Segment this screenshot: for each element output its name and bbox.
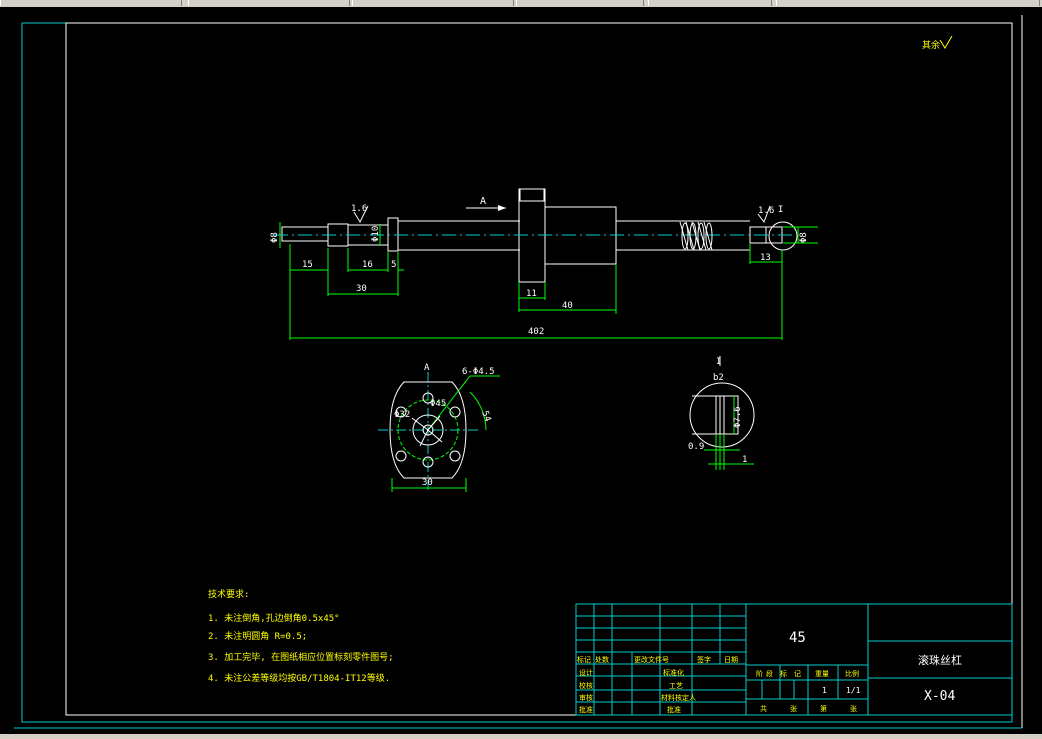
roughness-right: 1.6 [758,206,774,216]
part-name: 滚珠丝杠 [918,653,962,667]
dim-b2: b2 [713,373,724,383]
tb-sheet: 第 [820,704,827,713]
note-4: 4. 未注公差等级均按GB/T1804-IT12等级. [208,672,390,684]
dim-30: 30 [356,284,367,294]
dim-d10: Φ10 [371,226,381,242]
detail-circle [768,221,798,251]
tb-sheet: 张 [790,704,797,713]
detail-marker: I [778,205,783,215]
tb-sheet: 共 [760,704,767,713]
tb-sheet: 张 [850,704,857,713]
outer-border [21,22,1013,723]
tb-left-label: 批准 [579,705,593,714]
tb-header: 日期 [724,656,738,664]
tb-header: 处数 [595,655,609,664]
dim-54: 54 [479,410,492,424]
tech-notes: 技术要求: 1. 未注倒角,孔边倒角0.5x45° 2. 未注明圆角 R=0.5… [208,588,394,684]
dim-d76: Φ7.6 [733,406,743,428]
dim-09: 0.9 [688,442,704,452]
tb-header: 更改文件号 [634,655,669,664]
dim-flange-30: 30 [422,478,433,488]
section-label: A [480,196,486,207]
tb-weight-label: 重量 [815,670,829,678]
tb-mid-label: 标准化 [663,668,684,677]
flange-view: A 6-Φ4.5 Φ32 Φ45 54 30 [378,363,500,492]
tb-mid-label: 材料核定人 [661,693,696,702]
roughness-left: 1.6 [351,204,367,214]
cad-canvas[interactable]: 其余 A 1.6 1.6 I 15 16 5 30 11 40 402 13 Φ… [0,0,1042,739]
tb-stage: 记 [794,670,801,678]
detail-view: I b2 Φ7.6 0.9 1 [688,356,755,470]
tb-scale-label: 比例 [845,669,859,678]
dim-11: 11 [526,289,537,299]
inner-border [65,22,1013,716]
dimension-lines [279,222,818,340]
dim-d32: Φ32 [394,410,410,420]
dim-15: 15 [302,260,313,270]
dim-40: 40 [562,301,573,311]
dim-d8-left: Φ8 [270,232,280,243]
view-label-a: A [424,363,430,373]
dim-d45: Φ45 [430,399,446,409]
tb-mid-label: 工艺 [669,682,683,690]
note-3: 3. 加工完毕, 在图纸相应位置标刻零件图号; [208,651,394,663]
tb-weight: 1 [822,686,827,695]
dim-16: 16 [362,260,373,270]
dim-1: 1 [742,455,747,465]
dim-402: 402 [528,327,544,337]
view-label-i: I [716,357,721,367]
dim-holes: 6-Φ4.5 [462,367,495,377]
tb-stage: 阶 [756,669,763,678]
notes-title: 技术要求: [208,588,249,600]
tb-scale: 1/1 [846,686,861,695]
tb-left-label: 设计 [579,668,593,677]
tb-left-label: 校核 [579,681,593,690]
corner-note: 其余 [922,39,940,51]
dim-5: 5 [391,260,396,270]
tb-header: 签字 [697,655,711,664]
dim-d8-right: Φ8 [799,232,809,243]
roughness-icon [939,35,953,49]
tb-stage: 标 [780,669,787,678]
note-2: 2. 未注明圆角 R=0.5; [208,630,307,642]
drawing-number: X-04 [924,689,955,704]
thread-coils [679,221,713,251]
tb-header: 标记 [577,655,591,664]
note-1: 1. 未注倒角,孔边倒角0.5x45° [208,612,340,624]
tb-left-label: 审核 [579,693,593,702]
arrowhead-icon [498,205,506,211]
tb-stage: 段 [766,669,773,678]
material: 45 [789,630,806,646]
tb-mid-label: 批准 [667,705,681,714]
dim-13: 13 [760,253,771,263]
